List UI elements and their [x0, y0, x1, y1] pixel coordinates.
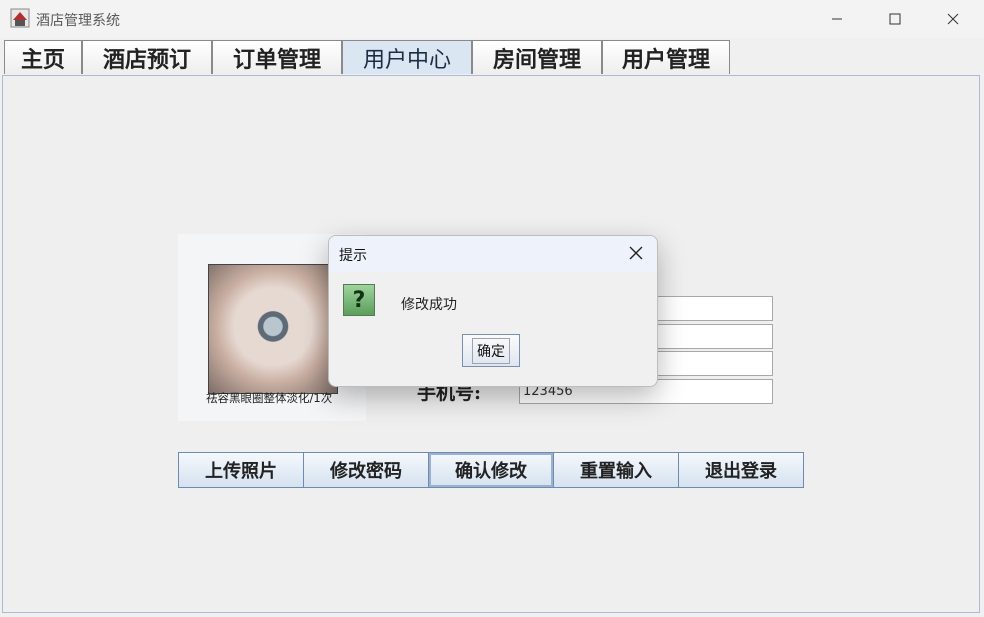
message-dialog: 提示 ? 修改成功 确定	[328, 235, 658, 387]
close-icon	[629, 246, 643, 260]
tab-hotel-booking[interactable]: 酒店预订	[82, 40, 212, 74]
dialog-ok-label: 确定	[472, 337, 510, 364]
tab-user-center[interactable]: 用户中心	[342, 40, 472, 74]
upload-photo-button[interactable]: 上传照片	[178, 452, 304, 488]
dialog-title: 提示	[339, 248, 367, 264]
dialog-titlebar: 提示	[329, 236, 657, 272]
close-button[interactable]	[924, 0, 982, 38]
tab-user-management[interactable]: 用户管理	[602, 40, 730, 74]
tab-room-management[interactable]: 房间管理	[472, 40, 602, 74]
face-image	[208, 264, 338, 394]
app-icon	[10, 8, 30, 28]
minimize-icon	[832, 18, 842, 20]
confirm-modify-button[interactable]: 确认修改	[428, 452, 554, 488]
photo-caption: 祛容黑眼圈整体淡化/1次	[206, 391, 333, 405]
question-icon: ?	[343, 284, 375, 316]
window-title: 酒店管理系统	[36, 13, 120, 29]
maximize-icon	[889, 13, 901, 25]
change-password-button[interactable]: 修改密码	[303, 452, 429, 488]
tab-bar: 主页 酒店预订 订单管理 用户中心 房间管理 用户管理	[0, 38, 984, 74]
minimize-button[interactable]	[808, 0, 866, 38]
dialog-close-button[interactable]	[629, 244, 643, 265]
logout-button[interactable]: 退出登录	[678, 452, 804, 488]
tab-order-management[interactable]: 订单管理	[212, 40, 342, 74]
maximize-button[interactable]	[866, 0, 924, 38]
close-icon	[947, 13, 959, 25]
dialog-ok-button[interactable]: 确定	[462, 334, 520, 367]
reset-input-button[interactable]: 重置输入	[553, 452, 679, 488]
dialog-message: 修改成功	[401, 297, 457, 313]
title-bar: 酒店管理系统	[0, 0, 984, 38]
tab-home[interactable]: 主页	[4, 40, 82, 74]
